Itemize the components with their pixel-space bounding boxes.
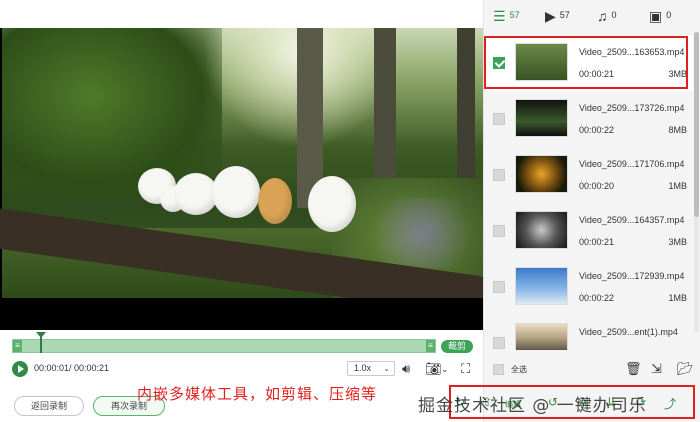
camera-icon[interactable]: 📷︎ xyxy=(425,361,442,377)
playhead[interactable] xyxy=(36,332,46,353)
media-tabs: ☰ 57 ▶ 57 ♫ 0 ▣ 0 xyxy=(484,0,700,30)
speed-value: 1.0x xyxy=(354,363,372,373)
cut-button[interactable]: 裁剪 xyxy=(441,340,473,353)
list-item[interactable]: Video_2509...171706.mp4 00:00:20 1MB xyxy=(484,147,693,203)
video-icon: ▶ xyxy=(545,7,556,24)
list-icon: ☰ xyxy=(493,7,506,24)
tab-image[interactable]: ▣ 0 xyxy=(649,7,671,24)
timeline[interactable]: ≡ ≡ 裁剪 xyxy=(0,330,483,354)
item-checkbox[interactable] xyxy=(493,337,505,349)
chevron-down-icon: ⌄ xyxy=(383,364,390,373)
trash-icon[interactable]: 🗑︎ xyxy=(625,361,642,377)
volume-icon[interactable]: 🔊︎ xyxy=(402,361,410,377)
list-item[interactable]: Video_2509...164357.mp4 00:00:21 3MB xyxy=(484,203,693,259)
video-thumbnail xyxy=(515,267,568,305)
speed-select[interactable]: 1.0x ⌄ xyxy=(347,361,395,376)
tab-audio[interactable]: ♫ 0 xyxy=(597,7,617,24)
selection-highlight xyxy=(484,36,688,89)
top-strip xyxy=(0,0,483,28)
select-all-checkbox[interactable] xyxy=(493,364,504,375)
fullscreen-icon[interactable]: ⛶ xyxy=(461,361,470,377)
item-checkbox[interactable] xyxy=(493,169,505,181)
select-all-label[interactable]: 全选 xyxy=(511,364,527,375)
video-thumbnail xyxy=(515,99,568,137)
trim-start-handle[interactable]: ≡ xyxy=(13,340,22,352)
time-display: 00:00:01/ 00:00:21 xyxy=(34,363,110,373)
back-to-record-button[interactable]: 返回录制 xyxy=(14,396,84,416)
music-icon: ♫ xyxy=(597,7,608,24)
chevron-down-icon[interactable]: ⌄ xyxy=(441,361,449,377)
timeline-track[interactable]: ≡ ≡ xyxy=(12,339,436,353)
annotation-text: 内嵌多媒体工具，如剪辑、压缩等 xyxy=(137,385,378,403)
list-item[interactable]: Video_2509...173726.mp4 00:00:22 8MB xyxy=(484,91,693,147)
item-checkbox[interactable] xyxy=(493,225,505,237)
video-thumbnail xyxy=(515,211,568,249)
video-thumbnail xyxy=(515,323,568,350)
list-item[interactable]: Video_2509...172939.mp4 00:00:22 1MB xyxy=(484,259,693,315)
list-footer: 全选 🗑︎ ⇲ 📂︎ xyxy=(484,358,700,380)
player-controls: 00:00:01/ 00:00:21 1.0x ⌄ 🔊︎ 📷︎ ⌄ ⛶ xyxy=(0,356,483,382)
folder-open-icon[interactable]: 📂︎ xyxy=(677,361,694,377)
video-thumbnail xyxy=(515,155,568,193)
video-preview[interactable] xyxy=(0,28,483,330)
play-button[interactable] xyxy=(12,361,28,377)
trim-end-handle[interactable]: ≡ xyxy=(426,340,435,352)
list-item[interactable]: Video_2509...ent(1).mp4 xyxy=(484,315,693,350)
media-panel: ☰ 57 ▶ 57 ♫ 0 ▣ 0 Video_2509...163653.mp4 00… xyxy=(483,0,700,422)
list-scrollbar[interactable] xyxy=(694,32,699,332)
video-frame xyxy=(0,28,483,318)
item-checkbox[interactable] xyxy=(493,281,505,293)
item-checkbox[interactable] xyxy=(493,113,505,125)
tab-video[interactable]: ▶ 57 xyxy=(545,7,570,24)
scrollbar-thumb[interactable] xyxy=(694,32,699,217)
folder-import-icon[interactable]: ⇲ xyxy=(651,361,662,377)
watermark: 掘金技术社区 @ 一键办司乐 xyxy=(418,396,647,416)
tab-all[interactable]: ☰ 57 xyxy=(493,7,520,24)
app-window: ≡ ≡ 裁剪 00:00:01/ 00:00:21 1.0x ⌄ 🔊︎ 📷︎ ⌄… xyxy=(0,0,700,422)
file-list: Video_2509...163653.mp4 00:00:21 3MB Vid… xyxy=(484,32,693,350)
image-icon: ▣ xyxy=(649,7,663,24)
